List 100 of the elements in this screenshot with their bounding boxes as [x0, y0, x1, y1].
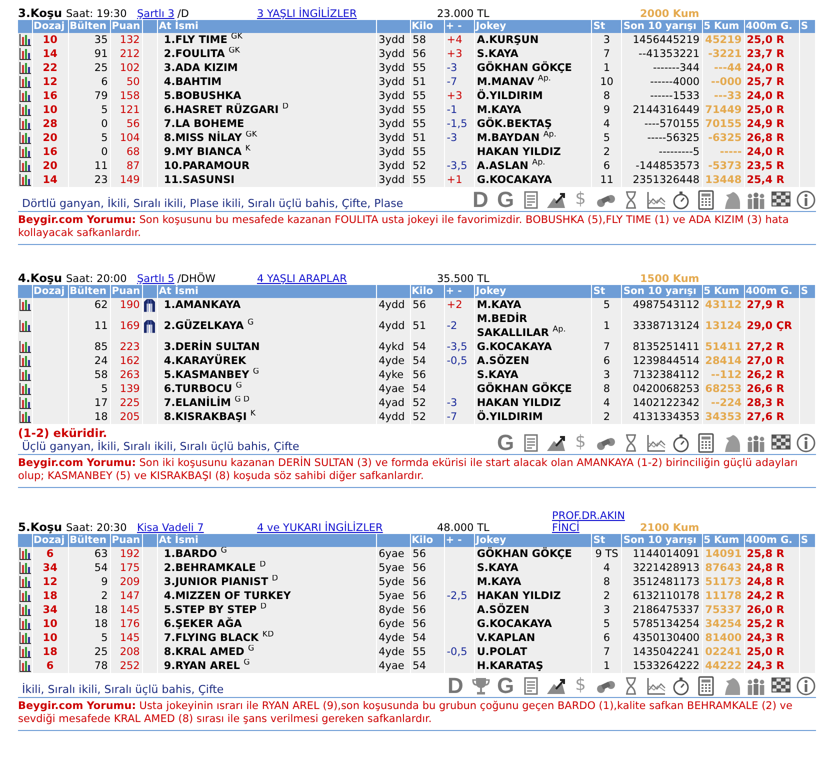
bar-chart-icon[interactable] [19, 618, 31, 630]
bar-chart-icon[interactable] [19, 397, 31, 410]
bar-chart-icon[interactable] [19, 76, 31, 88]
dollar-icon[interactable]: $ [570, 189, 591, 210]
condition-link[interactable]: Kisa Vadeli 7 [137, 522, 204, 534]
table-cell: A.SÖZEN [476, 355, 530, 367]
table-cell: 6.ŞEKER AĞA [164, 618, 242, 630]
dollar-icon[interactable]: $ [570, 675, 591, 696]
info-icon[interactable] [796, 190, 816, 210]
bar-chart-icon[interactable] [19, 146, 31, 158]
bar-chart-icon[interactable] [19, 590, 31, 602]
table-cell: 56 [412, 618, 426, 630]
condition-link[interactable]: Şartlı 5 [137, 273, 174, 285]
table-cell: 4 [603, 562, 610, 574]
table-cell: 52 [412, 397, 426, 409]
column-header: Dozaj [34, 286, 65, 297]
people-icon[interactable] [746, 190, 766, 210]
bar-chart-icon[interactable] [19, 118, 31, 130]
calculator-icon[interactable] [696, 432, 716, 452]
stopwatch-icon[interactable] [670, 676, 690, 696]
table-cell: 4ydd [378, 411, 405, 423]
checkered-flag-icon[interactable] [770, 676, 790, 696]
column-header: S [800, 286, 808, 297]
line-chart-icon[interactable] [646, 190, 666, 210]
column-header: Son 10 yarışı [623, 286, 696, 297]
table-cell: 5yae [378, 562, 404, 574]
condition-suffix: /D [177, 8, 190, 20]
bar-chart-icon[interactable] [19, 320, 31, 332]
owner-link[interactable]: PROF.DR.AKIN FİNCİ [552, 510, 636, 534]
bar-chart-icon[interactable] [19, 299, 31, 312]
checkered-flag-icon[interactable] [770, 190, 790, 210]
bar-chart-icon[interactable] [19, 632, 31, 644]
bar-chart-icon[interactable] [19, 604, 31, 616]
table-cell: S.KAYA [476, 48, 518, 60]
table-cell: 1402122342 [632, 397, 700, 409]
table-cell: 5 [603, 299, 610, 311]
bar-chart-icon[interactable] [19, 355, 31, 368]
calculator-icon[interactable] [696, 190, 716, 210]
table-cell: 51 [412, 320, 426, 332]
bar-chart-icon[interactable] [19, 90, 31, 102]
column-header: Son 10 yarışı [623, 535, 696, 546]
bar-chart-icon[interactable] [19, 160, 31, 172]
breed-link[interactable]: 4 ve YUKARI İNGİLİZLER [257, 522, 383, 534]
table-cell: 9 [101, 576, 108, 588]
bar-chart-icon[interactable] [19, 132, 31, 144]
bar-chart-icon[interactable] [19, 369, 31, 382]
people-icon[interactable] [746, 432, 766, 452]
bar-chart-icon[interactable] [19, 48, 31, 60]
table-cell: 25,2 R [746, 618, 784, 630]
bar-chart-icon[interactable] [19, 660, 31, 672]
line-chart-icon[interactable] [646, 432, 666, 452]
letter-icon[interactable]: G [495, 432, 516, 453]
breed-link[interactable]: 4 YAŞLI ARAPLAR [257, 273, 347, 285]
calculator-icon[interactable] [696, 676, 716, 696]
bar-chart-icon[interactable] [19, 341, 31, 354]
letter-icon[interactable]: G [495, 189, 516, 210]
column-header: Puan [112, 21, 140, 32]
letter-icon[interactable]: D [470, 189, 491, 210]
prize-amount: 35.500 TL [437, 273, 490, 285]
table-cell: 7 [603, 48, 610, 60]
table-cell: 1.AMANKAYA [164, 299, 241, 311]
table-cell: 1144014091 [632, 548, 700, 560]
bar-chart-icon[interactable] [19, 576, 31, 588]
table-cell: 3 [603, 34, 610, 46]
table-cell: M.KAYA [476, 104, 522, 116]
table-cell: HAKAN YILDIZ [476, 397, 561, 409]
trophy-icon[interactable] [470, 676, 490, 696]
column-header: + - [446, 21, 462, 32]
breed-link[interactable]: 3 YAŞLI İNGİLİZLER [257, 8, 357, 20]
line-chart-icon[interactable] [646, 676, 666, 696]
stopwatch-icon[interactable] [670, 432, 690, 452]
table-cell: 190 [120, 299, 140, 311]
table-cell: HAKAN YILDIZ [476, 590, 561, 602]
bar-chart-icon[interactable] [19, 383, 31, 396]
table-cell: 54 [412, 341, 426, 353]
table-cell: 147 [120, 590, 140, 602]
checkered-flag-icon[interactable] [770, 432, 790, 452]
bar-chart-icon[interactable] [19, 562, 31, 574]
dollar-icon[interactable]: $ [570, 432, 591, 453]
bar-chart-icon[interactable] [19, 34, 31, 46]
table-cell: 4 [603, 397, 610, 409]
bar-chart-icon[interactable] [19, 411, 31, 424]
letter-icon[interactable]: D [445, 675, 466, 696]
table-cell: HAKAN YILDIZ [476, 146, 561, 158]
prize-amount: 48.000 TL [437, 522, 490, 534]
table-cell: 0 [101, 146, 108, 158]
letter-icon[interactable]: G [495, 675, 516, 696]
bar-chart-icon[interactable] [19, 174, 31, 186]
condition-link[interactable]: Şartlı 3 [137, 8, 174, 20]
stopwatch-icon[interactable] [670, 190, 690, 210]
bar-chart-icon[interactable] [19, 62, 31, 74]
people-icon[interactable] [746, 676, 766, 696]
bar-chart-icon[interactable] [19, 646, 31, 658]
info-icon[interactable] [796, 676, 816, 696]
table-cell: 1 [603, 320, 610, 332]
bar-chart-icon[interactable] [19, 104, 31, 116]
bar-chart-icon[interactable] [19, 548, 31, 560]
info-icon[interactable] [796, 432, 816, 452]
table-cell: 24,8 R [746, 576, 784, 588]
table-cell: 3ydd [378, 90, 405, 102]
